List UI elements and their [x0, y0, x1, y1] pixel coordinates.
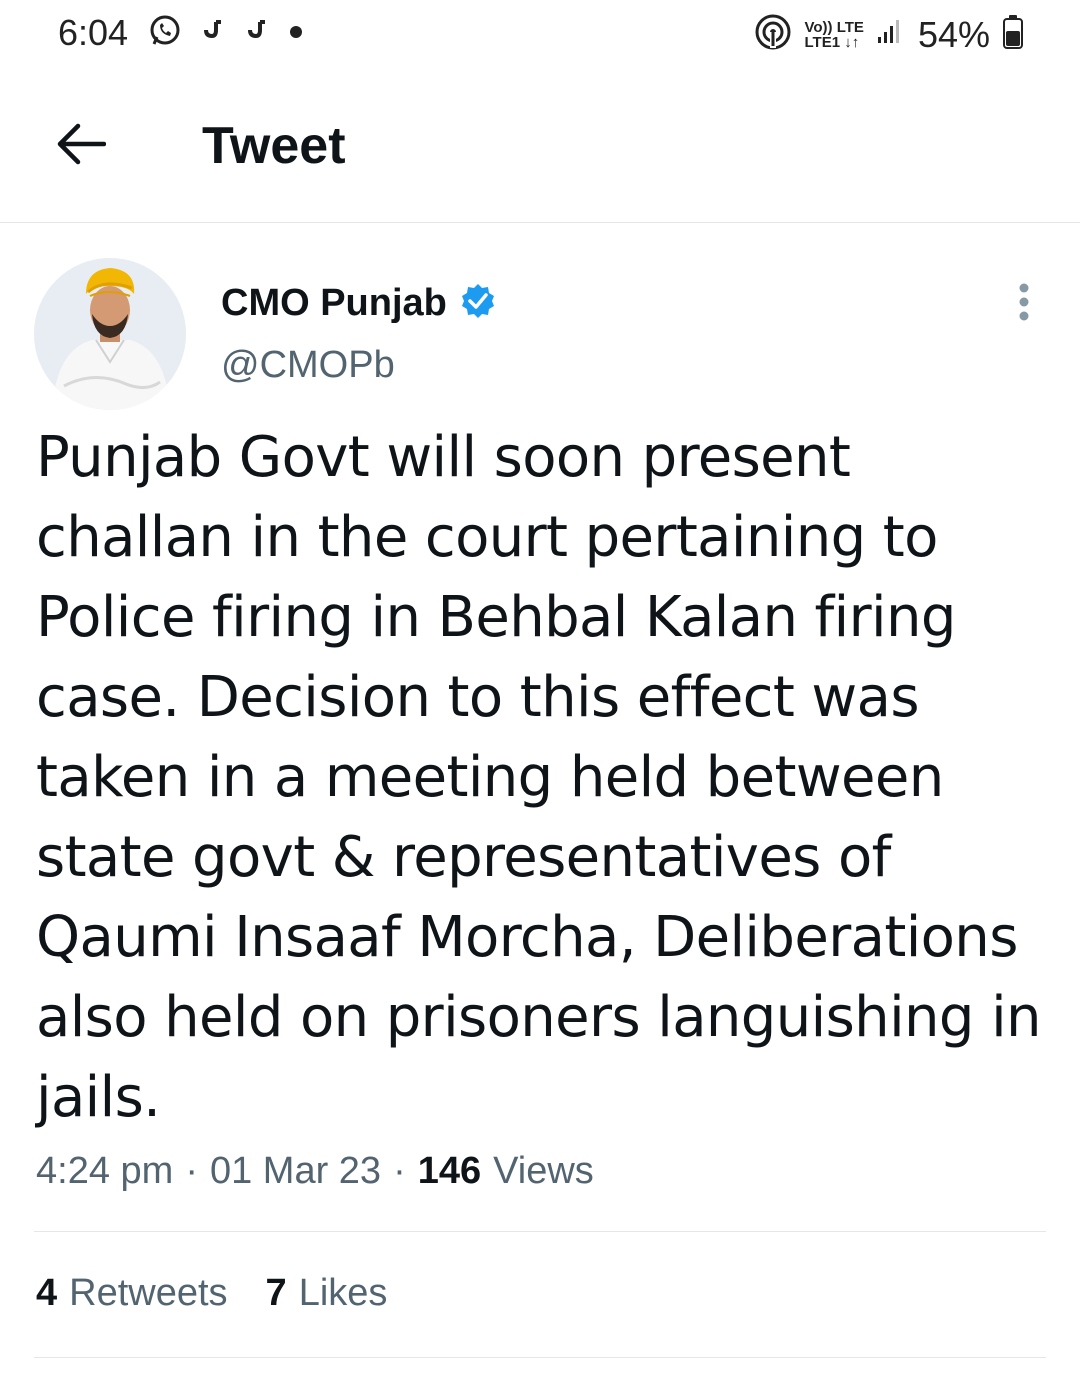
tweet-time[interactable]: 4:24 pm: [36, 1150, 173, 1193]
network-label-top: Vo)) LTE: [804, 18, 864, 36]
author-handle[interactable]: @CMOPb: [221, 344, 395, 387]
tweet-date[interactable]: 01 Mar 23: [210, 1150, 381, 1193]
dot-icon: [288, 23, 304, 39]
tweet-meta: 4:24 pm · 01 Mar 23 · 146 Views: [36, 1150, 594, 1193]
status-bar: 6:04 Vo)) LTE LTE1 ↓↑ 54%: [0, 0, 1080, 70]
divider: [34, 1231, 1046, 1232]
more-vertical-icon: [1018, 282, 1030, 327]
views-label: Views: [493, 1150, 594, 1192]
network-label-bottom: LTE1 ↓↑: [804, 33, 860, 51]
battery-percent: 54%: [917, 13, 990, 55]
likes-count: 7: [265, 1272, 287, 1314]
app-header: Tweet: [0, 70, 1080, 223]
arrow-left-icon: [54, 122, 107, 171]
avatar[interactable]: [34, 258, 186, 410]
retweets-label: Retweets: [69, 1272, 228, 1314]
likes-stat[interactable]: 7 Likes: [266, 1272, 388, 1315]
retweets-stat[interactable]: 4 Retweets: [36, 1272, 228, 1315]
notification-icon: [244, 16, 270, 46]
retweets-count: 4: [36, 1272, 58, 1314]
back-button[interactable]: [50, 120, 110, 172]
author-name[interactable]: CMO Punjab: [221, 282, 447, 325]
whatsapp-icon: [148, 14, 182, 48]
battery-icon: [1002, 14, 1024, 55]
hotspot-icon: [753, 12, 793, 57]
engagement-stats: 4 Retweets 7 Likes: [36, 1272, 387, 1315]
author-name-row: CMO Punjab: [221, 282, 497, 325]
meta-separator: ·: [185, 1150, 198, 1192]
status-notification-icons: [148, 14, 304, 48]
meta-separator: ·: [393, 1150, 406, 1192]
likes-label: Likes: [298, 1272, 388, 1314]
views-count: 146: [417, 1150, 482, 1192]
notification-icon: [200, 16, 226, 46]
status-time: 6:04: [58, 12, 129, 53]
network-type: Vo)) LTE LTE1 ↓↑: [805, 20, 864, 50]
tweet-text: Punjab Govt will soon present challan in…: [36, 425, 1042, 1130]
more-options-button[interactable]: [1008, 280, 1040, 328]
status-system-icons: Vo)) LTE LTE1 ↓↑ 54%: [753, 12, 1025, 57]
page-title: Tweet: [202, 117, 346, 175]
divider: [34, 1357, 1046, 1358]
tweet-detail-screen: 6:04 Vo)) LTE LTE1 ↓↑ 54% Tweet CMO Punj…: [0, 0, 1080, 1389]
signal-icon: [876, 17, 906, 52]
verified-badge-icon: [459, 282, 497, 325]
